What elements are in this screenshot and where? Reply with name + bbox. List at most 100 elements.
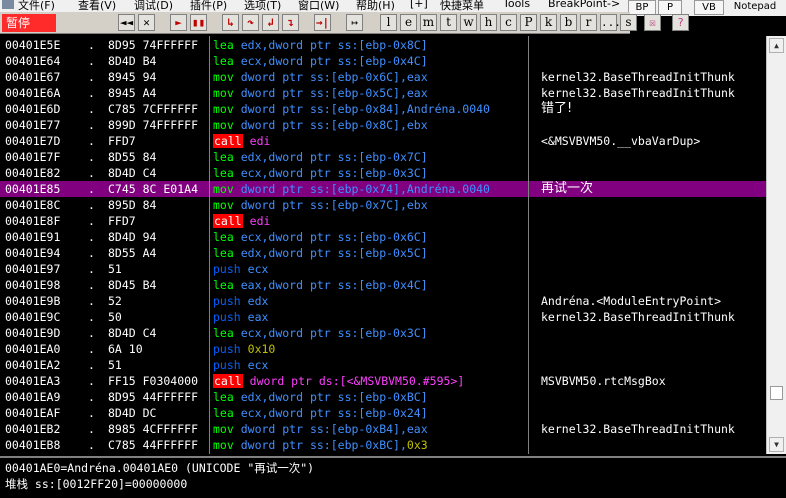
- table-row[interactable]: 00401E5E. 8D95 74FFFFFF lea edx,dword ptr …: [0, 37, 766, 53]
- table-row[interactable]: 00401E98. 8D45 B4 lea eax,dword ptr ss:[eb…: [0, 277, 766, 293]
- table-row[interactable]: 00401E6D. C785 7CFFFFFF mov dword ptr ss:[…: [0, 101, 766, 117]
- table-row[interactable]: 00401EB2. 8985 4CFFFFFF mov dword ptr ss:[…: [0, 421, 766, 437]
- run-trace-icon[interactable]: ...: [600, 14, 621, 31]
- row-hex: 8D4D DC: [108, 406, 157, 420]
- tab-vb[interactable]: VB: [694, 0, 724, 15]
- menu-help[interactable]: 帮助(H): [356, 0, 395, 12]
- table-row[interactable]: 00401EA2. 51 push ecx: [0, 357, 766, 373]
- modules-window-icon[interactable]: e: [400, 14, 417, 31]
- row-marker: .: [88, 294, 95, 308]
- row-mnemonic: lea: [213, 278, 234, 292]
- row-mnemonic: push: [213, 262, 241, 276]
- disassembly-pane[interactable]: 00401E5E. 8D95 74FFFFFF lea edx,dword ptr …: [0, 36, 766, 454]
- menu-view[interactable]: 查看(V): [78, 0, 116, 12]
- row-mnemonic: push: [213, 358, 241, 372]
- table-row[interactable]: 00401E8F. FFD7 call edi: [0, 213, 766, 229]
- table-row[interactable]: 00401E64. 8D4D B4 lea ecx,dword ptr ss:[eb…: [0, 53, 766, 69]
- row-address: 00401EA9: [5, 390, 61, 404]
- table-row[interactable]: 00401EA0. 6A 10 push 0x10: [0, 341, 766, 357]
- table-row[interactable]: 00401E94. 8D55 A4 lea edx,dword ptr ss:[eb…: [0, 245, 766, 261]
- app-icon: [2, 0, 14, 9]
- row-address: 00401E8C: [5, 198, 61, 212]
- menu-options[interactable]: 选项(T): [244, 0, 281, 12]
- close-icon[interactable]: ✕: [138, 14, 155, 31]
- menu-tools[interactable]: Tools: [503, 0, 530, 10]
- scroll-thumb[interactable]: [770, 386, 783, 400]
- menu-plugins[interactable]: 插件(P): [190, 0, 227, 12]
- breakpoints-window-icon[interactable]: b: [560, 14, 577, 31]
- goto-icon[interactable]: ↦: [346, 14, 363, 31]
- patches-window-icon[interactable]: P: [520, 14, 537, 31]
- table-row[interactable]: 00401EA3. FF15 F0304000 call dword ptr ds:…: [0, 373, 766, 389]
- threads-window-icon[interactable]: t: [440, 14, 457, 31]
- table-row[interactable]: 00401E77. 899D 74FFFFFF mov dword ptr ss:[…: [0, 117, 766, 133]
- table-row[interactable]: 00401E82. 8D4D C4 lea ecx,dword ptr ss:[eb…: [0, 165, 766, 181]
- row-address: 00401EA0: [5, 342, 61, 356]
- menu-quick[interactable]: 快捷菜单: [440, 0, 484, 12]
- row-address: 00401E67: [5, 70, 61, 84]
- tab-bp[interactable]: BP: [628, 0, 656, 15]
- memory-window-icon[interactable]: m: [420, 14, 437, 31]
- table-row[interactable]: 00401E91. 8D4D 94 lea ecx,dword ptr ss:[eb…: [0, 229, 766, 245]
- row-instruction: call edi: [213, 213, 529, 229]
- log-window-icon[interactable]: l: [380, 14, 397, 31]
- table-row[interactable]: 00401E9B. 52 push edx Andréna.<ModuleEntryP…: [0, 293, 766, 309]
- row-address: 00401E94: [5, 246, 61, 260]
- menu-window[interactable]: 窗口(W): [298, 0, 339, 12]
- menu-file[interactable]: 文件(F): [18, 0, 55, 12]
- run-icon[interactable]: ►: [170, 14, 187, 31]
- row-address: 00401E77: [5, 118, 61, 132]
- windows-window-icon[interactable]: w: [460, 14, 477, 31]
- table-row[interactable]: 00401E97. 51 push ecx: [0, 261, 766, 277]
- table-row-selected[interactable]: 00401E85. C745 8C E01A4 mov dword ptr ss:[…: [0, 181, 766, 197]
- table-row[interactable]: 00401EA9. 8D95 44FFFFFF lea edx,dword ptr …: [0, 389, 766, 405]
- row-hex: 8D95 44FFFFFF: [108, 390, 199, 404]
- call-stack-window-icon[interactable]: k: [540, 14, 557, 31]
- menu-expand[interactable]: [+]: [410, 0, 428, 10]
- row-instruction: lea ecx,dword ptr ss:[ebp-0x6C]: [213, 229, 529, 245]
- tab-p[interactable]: P: [658, 0, 682, 15]
- table-row[interactable]: 00401E9C. 50 push eax kernel32.BaseThreadIn…: [0, 309, 766, 325]
- table-row[interactable]: 00401E7D. FFD7 call edi <&MSVBVM50.__vbaVar…: [0, 133, 766, 149]
- table-row[interactable]: 00401EAF. 8D4D DC lea ecx,dword ptr ss:[eb…: [0, 405, 766, 421]
- help-icon[interactable]: ?: [672, 14, 689, 31]
- table-row[interactable]: 00401EB8. C785 44FFFFFF mov dword ptr ss:[…: [0, 437, 766, 453]
- source-icon[interactable]: s: [620, 14, 637, 31]
- row-instruction: mov dword ptr ss:[ebp-0x84],Andréna.0040: [213, 101, 529, 117]
- scroll-up-icon[interactable]: ▲: [769, 38, 784, 53]
- trace-into-icon[interactable]: ↲: [262, 14, 279, 31]
- step-into-icon[interactable]: ↳: [222, 14, 239, 31]
- tab-notepad[interactable]: Notepad: [726, 0, 784, 15]
- table-row[interactable]: 00401E9D. 8D4D C4 lea ecx,dword ptr ss:[eb…: [0, 325, 766, 341]
- trace-over-icon[interactable]: ↴: [282, 14, 299, 31]
- table-row[interactable]: 00401E8C. 895D 84 mov dword ptr ss:[ebp-0x…: [0, 197, 766, 213]
- handles-window-icon[interactable]: h: [480, 14, 497, 31]
- step-over-icon[interactable]: ↷: [242, 14, 259, 31]
- column-divider[interactable]: [528, 36, 529, 454]
- execute-till-return-icon[interactable]: →|: [314, 14, 331, 31]
- row-operands: edx,dword ptr ss:[ebp-0x7C]: [240, 150, 428, 164]
- menu-breakpoint[interactable]: BreakPoint->: [548, 0, 620, 10]
- row-marker: .: [88, 198, 95, 212]
- table-row[interactable]: 00401E6A. 8945 A4 mov dword ptr ss:[ebp-0x…: [0, 85, 766, 101]
- info-pane: 00401AE0=Andréna.00401AE0 (UNICODE "再试一次…: [0, 456, 786, 498]
- pause-icon[interactable]: ▮▮: [190, 14, 207, 31]
- vertical-scrollbar[interactable]: ▲ ▼: [766, 36, 786, 454]
- row-hex: FF15 F0304000: [108, 374, 199, 388]
- row-operands: 0x10: [247, 342, 276, 356]
- row-instruction: mov dword ptr ss:[ebp-0xB4],eax: [213, 421, 529, 437]
- references-window-icon[interactable]: r: [580, 14, 597, 31]
- cpu-window-icon[interactable]: c: [500, 14, 517, 31]
- table-row[interactable]: 00401E7F. 8D55 84 lea edx,dword ptr ss:[eb…: [0, 149, 766, 165]
- row-marker: .: [88, 102, 95, 116]
- row-address: 00401E5E: [5, 38, 61, 52]
- settings-icon[interactable]: ☒: [644, 14, 661, 31]
- scroll-down-icon[interactable]: ▼: [769, 437, 784, 452]
- row-marker: .: [88, 38, 95, 52]
- table-row[interactable]: 00401E67. 8945 94 mov dword ptr ss:[ebp-0x…: [0, 69, 766, 85]
- restart-icon[interactable]: ◄◄: [118, 14, 135, 31]
- column-divider[interactable]: [209, 36, 210, 454]
- row-hex: C785 7CFFFFFF: [108, 102, 199, 116]
- menu-debug[interactable]: 调试(D): [134, 0, 173, 12]
- row-hex: 8D55 84: [108, 150, 157, 164]
